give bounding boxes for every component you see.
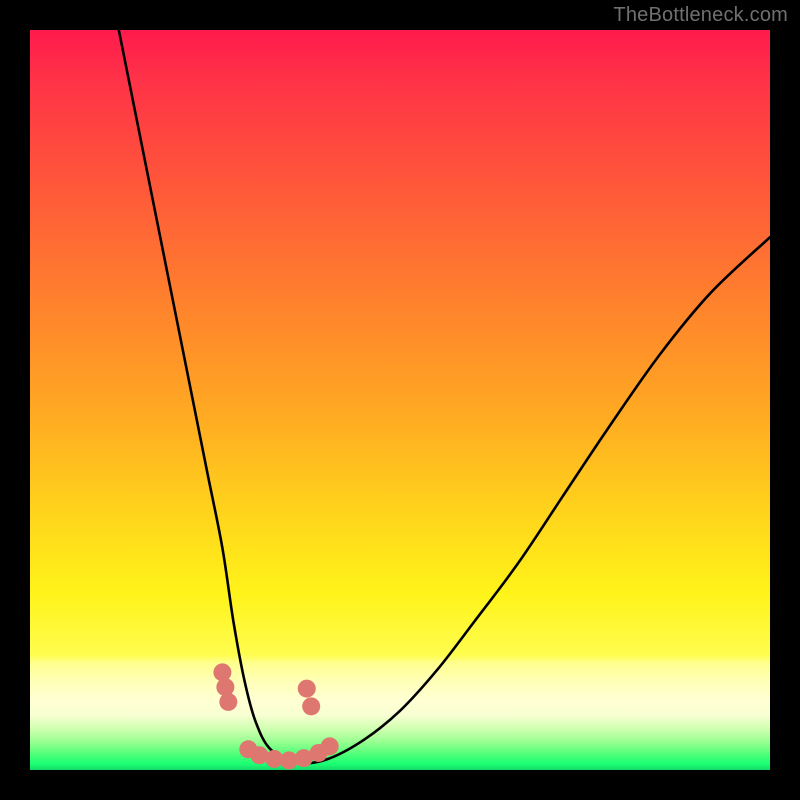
marker-dot (302, 697, 320, 715)
marker-dot (321, 737, 339, 755)
curve-layer (30, 30, 770, 770)
marker-dot (298, 680, 316, 698)
watermark-text: TheBottleneck.com (613, 4, 788, 27)
highlight-markers (213, 663, 338, 769)
marker-dot (213, 663, 231, 681)
marker-dot (219, 693, 237, 711)
marker-dot (216, 678, 234, 696)
chart-stage: TheBottleneck.com (0, 0, 800, 800)
plot-area (30, 30, 770, 770)
bottleneck-curve (119, 30, 770, 763)
